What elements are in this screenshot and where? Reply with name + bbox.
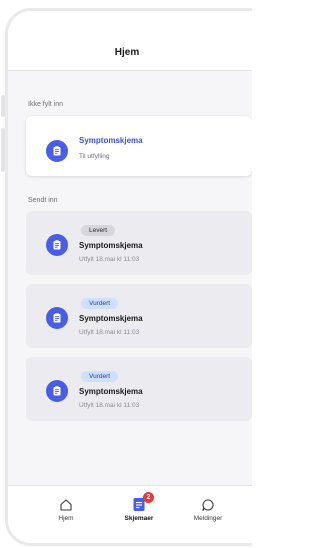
form-title: Symptomskjema: [79, 241, 143, 250]
forms-icon: 2: [109, 492, 169, 512]
app-header: Hjem: [8, 11, 252, 71]
form-title: Symptomskjema: [79, 387, 143, 396]
section-label-sent: Sendt inn: [28, 197, 58, 204]
form-card-sent[interactable]: Levert Symptomskjema Utfylt 18.mai kl 11…: [26, 211, 252, 275]
form-filled-date: Utfylt 18.mai kl 11:03: [79, 329, 140, 336]
clipboard-icon: [46, 307, 68, 329]
status-badge: Levert: [81, 225, 116, 236]
form-title: Symptomskjema: [79, 136, 143, 145]
form-title: Symptomskjema: [79, 314, 143, 323]
clipboard-icon: [46, 380, 68, 402]
form-filled-date: Utfylt 18.mai kl 11:03: [79, 402, 140, 409]
form-card-sent[interactable]: Vurdert Symptomskjema Utfylt 18.mai kl 1…: [26, 284, 252, 348]
status-badge: Vurdert: [81, 371, 119, 382]
tab-forms[interactable]: 2 Skjemaer: [109, 492, 169, 522]
status-badge: Vurdert: [81, 298, 119, 309]
form-card-sent[interactable]: Vurdert Symptomskjema Utfylt 18.mai kl 1…: [26, 357, 252, 421]
form-status: Til utfylling: [79, 153, 110, 160]
chat-bubble-icon: [178, 496, 238, 512]
page-title: Hjem: [114, 47, 140, 58]
home-icon: [36, 496, 96, 512]
section-label-not-filled: Ikke fylt inn: [28, 101, 64, 108]
bottom-tab-bar: Hjem 2 Skjemaer Meldinger: [8, 485, 252, 543]
clipboard-icon: [46, 140, 68, 162]
tab-label: Hjem: [58, 515, 74, 522]
clipboard-icon: [46, 234, 68, 256]
form-card-todo[interactable]: Symptomskjema Til utfylling: [26, 116, 252, 176]
tab-label: Meldinger: [193, 515, 223, 522]
phone-screen: Hjem Ikke fylt inn Symptomskjema Til utf…: [5, 8, 252, 546]
tab-label: Skjemaer: [124, 515, 154, 522]
tab-home[interactable]: Hjem: [36, 496, 96, 522]
tab-messages[interactable]: Meldinger: [178, 496, 238, 522]
form-filled-date: Utfylt 18.mai kl 11:03: [79, 256, 140, 263]
notification-badge: 2: [143, 492, 154, 503]
